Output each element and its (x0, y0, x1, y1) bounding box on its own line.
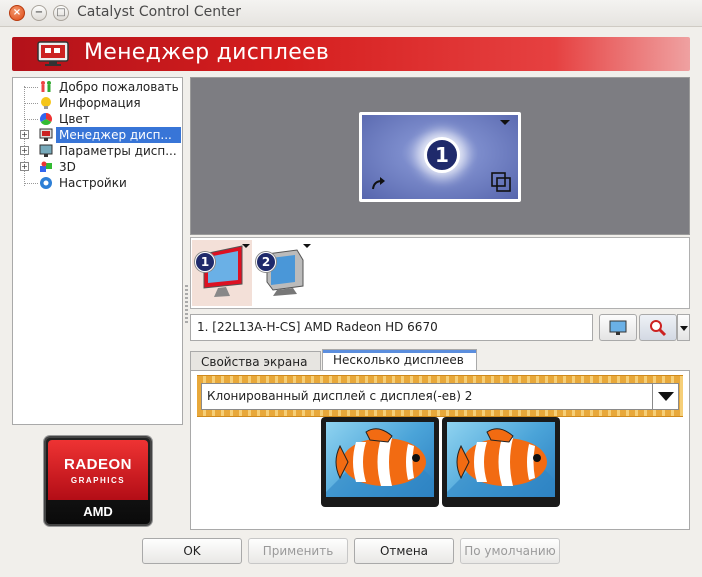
sidebar-item-label: Параметры дисп... (59, 144, 177, 158)
apply-button[interactable]: Применить (248, 538, 348, 564)
detect-displays-button[interactable] (639, 314, 677, 341)
display-properties-button[interactable] (599, 314, 637, 341)
monitor-2-thumbnail[interactable]: 2 (253, 240, 313, 306)
monitor-1-thumbnail[interactable]: 1 (192, 240, 252, 306)
display-options-icon (39, 144, 53, 157)
monitor-settings-icon (609, 320, 627, 335)
page-title: Менеджер дисплеев (84, 40, 330, 65)
tab-multiple-displays[interactable]: Несколько дисплеев (322, 349, 477, 371)
clone-preview-monitor-1 (321, 417, 439, 507)
magnifier-icon (650, 319, 667, 336)
chevron-down-icon[interactable] (652, 384, 678, 409)
display-1-preview: 1 (362, 115, 518, 199)
monitor-1-badge: 1 (195, 252, 215, 272)
logo-sub-text: GRAPHICS (70, 476, 126, 485)
sidebar-item-label: 3D (59, 160, 76, 174)
minimize-window-button[interactable]: − (31, 5, 47, 21)
panel-splitter-handle[interactable] (185, 285, 188, 325)
tree-expander[interactable]: + (20, 130, 29, 139)
sidebar-item-3d[interactable]: + 3D (13, 159, 182, 175)
clone-displays-icon[interactable] (490, 171, 512, 193)
clone-preview-monitor-2 (442, 417, 560, 507)
sidebar-item-information[interactable]: Информация (13, 95, 182, 111)
maximize-window-button[interactable]: □ (53, 5, 69, 21)
sidebar-item-welcome[interactable]: Добро пожаловать (13, 79, 182, 95)
tree-dots (24, 183, 38, 184)
ok-button[interactable]: OK (142, 538, 242, 564)
tree-dots (24, 119, 38, 120)
clownfish-wallpaper-image (447, 422, 555, 497)
tree-dots (24, 103, 38, 104)
crt-monitor-icon (266, 249, 304, 296)
display-selector-strip: 1 2 (190, 237, 690, 309)
close-window-button[interactable]: × (9, 5, 25, 21)
navigation-tree: Добро пожаловать Информация Цвет + Менед… (12, 77, 183, 425)
monitor-2-menu-arrow-icon[interactable] (303, 244, 311, 248)
tree-expander[interactable]: + (20, 162, 29, 171)
sidebar-item-label: Цвет (59, 112, 90, 126)
logo-maker-text: AMD (83, 504, 113, 519)
tree-dots (24, 87, 38, 88)
preferences-gear-icon (40, 177, 52, 189)
flat-monitor-icon (203, 245, 243, 297)
clownfish-image (326, 428, 434, 497)
sidebar-item-display-options[interactable]: + Параметры дисп... (13, 143, 182, 159)
monitor-1-menu-arrow-icon[interactable] (242, 244, 250, 248)
welcome-people-icon (41, 81, 51, 92)
sidebar-item-display-manager[interactable]: + Менеджер дисп... (13, 127, 182, 143)
display-tile-menu-arrow-icon[interactable] (500, 120, 510, 125)
page-banner: Менеджер дисплеев (12, 37, 690, 71)
detect-options-dropdown[interactable] (677, 314, 690, 341)
mode-select-value: Клонированный дисплей с дисплея(-ев) 2 (207, 389, 473, 403)
defaults-button[interactable]: По умолчанию (460, 538, 560, 564)
info-lightbulb-icon (41, 97, 51, 109)
display-manager-icon (37, 41, 69, 66)
window-titlebar: × − □ Catalyst Control Center (0, 0, 702, 27)
clownfish-image (447, 428, 555, 497)
rotate-arrow-icon[interactable] (371, 176, 387, 190)
monitor-2-badge: 2 (256, 252, 276, 272)
multiple-displays-panel: Клонированный дисплей с дисплея(-ев) 2 (190, 370, 690, 530)
sidebar-item-label: Добро пожаловать (59, 80, 179, 94)
cancel-button[interactable]: Отмена (354, 538, 454, 564)
tab-screen-properties[interactable]: Свойства экрана (190, 351, 321, 371)
logo-brand-text: RADEON (63, 456, 132, 473)
display-1-tile[interactable]: 1 (359, 112, 521, 202)
multi-display-mode-select[interactable]: Клонированный дисплей с дисплея(-ев) 2 (201, 383, 679, 410)
3d-cubes-icon (40, 161, 52, 172)
sidebar-item-preferences[interactable]: Настройки (13, 175, 182, 191)
window-title: Catalyst Control Center (77, 4, 242, 20)
sidebar-item-label: Менеджер дисп... (56, 127, 181, 143)
radeon-graphics-logo: RADEON GRAPHICS AMD (44, 436, 152, 526)
tree-expander[interactable]: + (20, 146, 29, 155)
color-wheel-icon (39, 113, 53, 126)
selected-display-field[interactable]: 1. [22L13A-H-CS] AMD Radeon HD 6670 (190, 314, 593, 341)
display-layout-canvas[interactable]: 1 (190, 77, 690, 235)
clownfish-wallpaper-image (326, 422, 434, 497)
display-number-badge: 1 (424, 137, 460, 173)
sidebar-item-label: Информация (59, 96, 141, 110)
sidebar-item-color[interactable]: Цвет (13, 111, 182, 127)
sidebar-item-label: Настройки (59, 176, 127, 190)
display-manager-icon (39, 128, 53, 141)
